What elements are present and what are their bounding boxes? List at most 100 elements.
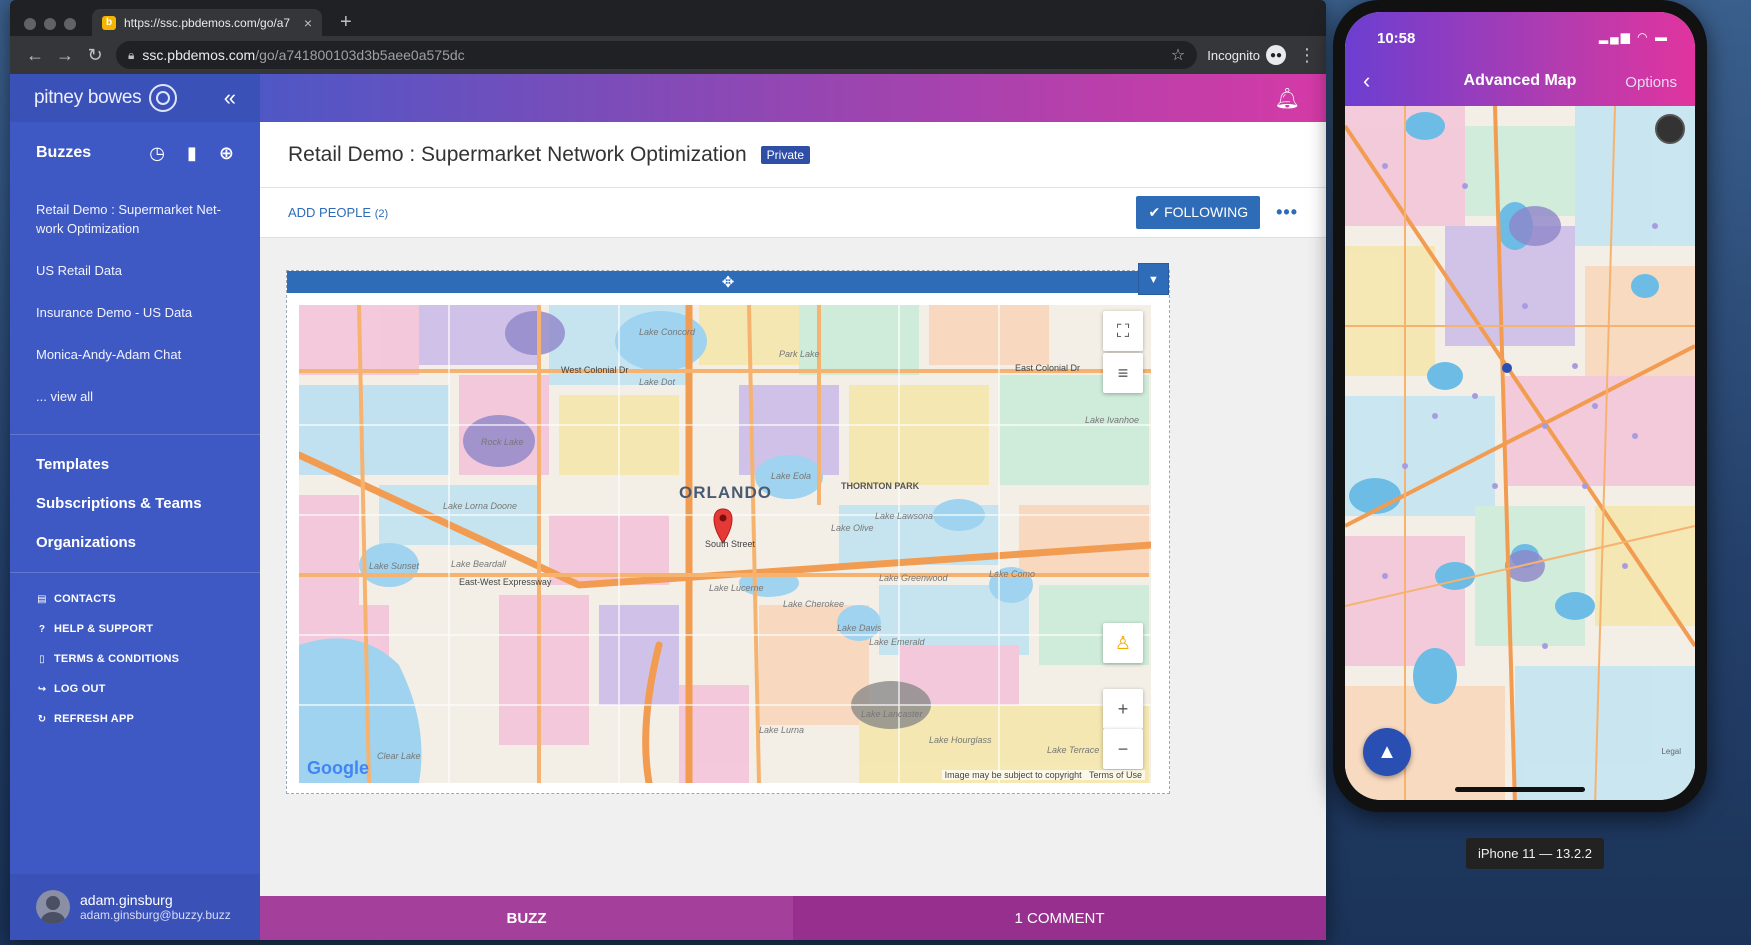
map-canvas[interactable]: ORLANDO Lake Concord Park Lake Lake Dot … — [299, 305, 1151, 783]
home-indicator — [1455, 787, 1585, 792]
minimize-window-button[interactable] — [44, 18, 56, 30]
browser-tab-active[interactable]: b https://ssc.pbdemos.com/go/a7 × — [92, 9, 322, 36]
page-title: Retail Demo : Supermarket Network Optimi… — [288, 142, 747, 166]
more-options-icon[interactable]: ••• — [1276, 202, 1298, 223]
status-time: 10:58 — [1377, 30, 1416, 47]
bottom-bar: BUZZ 1 COMMENT — [260, 896, 1326, 940]
logout-icon: ↪ — [37, 683, 47, 695]
navigation-arrow-icon: ▲ — [1377, 740, 1397, 763]
incognito-icon: ●● — [1266, 45, 1286, 65]
terms-of-use-link[interactable]: Terms of Use — [1089, 770, 1142, 780]
legal-link[interactable]: Legal — [1661, 747, 1681, 756]
map-label: Park Lake — [779, 349, 820, 359]
street-label: West Colonial Dr — [561, 365, 629, 375]
zoom-in-icon[interactable]: + — [1103, 689, 1143, 729]
widget-header: ✥ ▼ — [287, 263, 1169, 295]
back-arrow-icon[interactable]: ← — [20, 45, 50, 66]
buzz-item[interactable]: Monica-Andy-Adam Chat — [10, 339, 260, 370]
address-bar[interactable]: 🔒︎ ssc.pbdemos.com/go/a741800103d3b5aee0… — [116, 41, 1198, 69]
pegman-icon[interactable]: ♙ — [1103, 623, 1143, 663]
close-tab-icon[interactable]: × — [304, 15, 312, 31]
sidebar-item-logout[interactable]: ↪ LOG OUT — [10, 675, 260, 703]
browser-menu-icon[interactable]: ⋮ — [1298, 45, 1316, 66]
layers-menu-icon[interactable]: ≡ — [1103, 353, 1143, 393]
window-controls — [24, 18, 76, 30]
check-icon: ✔ — [1148, 204, 1161, 220]
zoom-out-icon[interactable]: − — [1103, 729, 1143, 769]
sidebar-item-help[interactable]: ? HELP & SUPPORT — [10, 615, 260, 643]
view-all-link[interactable]: ... view all — [10, 381, 260, 412]
move-icon[interactable]: ✥ — [722, 273, 735, 291]
brand-logo-text: pitney bowes — [34, 87, 142, 108]
street-label: South Street — [705, 539, 756, 549]
sidebar-item-organizations[interactable]: Organizations — [10, 525, 260, 560]
sidebar-item-templates[interactable]: Templates — [10, 447, 260, 482]
app-container: pitney bowes « Buzzes ◷ ▮ ⊕ Retail Demo … — [10, 74, 1326, 940]
add-people-link[interactable]: ADD PEOPLE (2) — [288, 205, 388, 220]
compass-icon[interactable] — [1655, 114, 1685, 144]
reload-icon[interactable]: ↻ — [80, 45, 110, 66]
collapse-sidebar-icon[interactable]: « — [224, 85, 236, 111]
close-window-button[interactable] — [24, 18, 36, 30]
copyright-text: Image may be subject to copyright — [944, 770, 1082, 780]
buzz-item[interactable]: Retail Demo : Supermarket Net-work Optim… — [10, 194, 260, 244]
options-button[interactable]: Options — [1625, 74, 1677, 91]
sidebar: pitney bowes « Buzzes ◷ ▮ ⊕ Retail Demo … — [10, 74, 260, 940]
dropdown-caret-icon[interactable]: ▼ — [1138, 263, 1169, 295]
map-widget-card: ✥ ▼ ORLANDO Lake Concord Park Lake Lake … — [286, 263, 1170, 794]
fullscreen-icon[interactable]: ⛶ — [1103, 311, 1143, 351]
map-label: Lake Lancaster — [861, 709, 923, 719]
url-path: /go/a741800103d3b5aee0a575dc — [255, 47, 465, 63]
map-label: Lake Greenwood — [879, 573, 948, 583]
sidebar-item-contacts[interactable]: ▤ CONTACTS — [10, 585, 260, 613]
bookmark-star-icon[interactable]: ☆ — [1171, 45, 1185, 65]
map-label: Rock Lake — [481, 437, 524, 447]
map-label: Lake Beardall — [451, 559, 507, 569]
map-label: Lake Lawsona — [875, 511, 934, 521]
map-label: Lake Sunset — [369, 561, 420, 571]
locate-me-button[interactable]: ▲ — [1363, 728, 1411, 776]
buzz-list: Retail Demo : Supermarket Net-work Optim… — [10, 184, 260, 422]
buzz-item[interactable]: US Retail Data — [10, 255, 260, 286]
tab-strip: b https://ssc.pbdemos.com/go/a7 × + — [10, 0, 1326, 36]
google-logo: Google — [307, 758, 369, 778]
buzz-tab[interactable]: BUZZ — [260, 896, 793, 940]
bell-icon[interactable]: 🔔︎ — [1275, 86, 1300, 111]
forward-arrow-icon[interactable]: → — [50, 45, 80, 66]
top-bar: 🔔︎ — [260, 74, 1326, 122]
history-icon[interactable]: ◷ — [149, 143, 165, 164]
people-count: (2) — [374, 208, 389, 220]
sidebar-item-terms[interactable]: ▯ TERMS & CONDITIONS — [10, 645, 260, 673]
map-label: THORNTON PARK — [841, 481, 920, 491]
new-tab-icon[interactable]: + — [340, 12, 352, 32]
buzzes-title: Buzzes — [36, 144, 92, 161]
refresh-icon: ↻ — [37, 713, 47, 725]
action-bar: ADD PEOPLE (2) ✔ FOLLOWING ••• — [260, 188, 1326, 238]
title-bar: Retail Demo : Supermarket Network Optimi… — [260, 122, 1326, 188]
brand-logo-icon — [149, 84, 178, 112]
sidebar-item-refresh[interactable]: ↻ REFRESH APP — [10, 705, 260, 733]
user-profile[interactable]: adam.ginsburg adam.ginsburg@buzzy.buzz — [10, 874, 260, 940]
sidebar-item-subscriptions-teams[interactable]: Subscriptions & Teams — [10, 486, 260, 521]
map-label: Lake Dot — [639, 377, 676, 387]
bookmark-icon[interactable]: ▮ — [187, 143, 197, 164]
sidebar-item-label: LOG OUT — [54, 683, 106, 695]
add-buzz-icon[interactable]: ⊕ — [219, 143, 234, 164]
zoom-window-button[interactable] — [64, 18, 76, 30]
map-label: Lake Emerald — [869, 637, 925, 647]
iphone-simulator: 10:58 ▂▄▆ ◠ ▬ ‹ Advanced Map Options Leg… — [1333, 0, 1707, 812]
map-label: Lake Concord — [639, 327, 696, 337]
sidebar-item-label: HELP & SUPPORT — [54, 623, 154, 635]
street-label: East-West Expressway — [459, 577, 552, 587]
comment-tab[interactable]: 1 COMMENT — [793, 896, 1326, 940]
buzz-item[interactable]: Insurance Demo - US Data — [10, 297, 260, 328]
incognito-indicator[interactable]: Incognito ●● — [1207, 45, 1286, 65]
phone-header: 10:58 ▂▄▆ ◠ ▬ ‹ Advanced Map Options — [1345, 12, 1695, 106]
incognito-label: Incognito — [1207, 47, 1260, 63]
map-label: Lake Ivanhoe — [1085, 415, 1140, 425]
phone-map[interactable]: Legal ▲ — [1345, 106, 1695, 800]
map-label: Lake Lorna Doone — [443, 501, 518, 511]
following-button[interactable]: ✔ FOLLOWING — [1136, 196, 1261, 229]
phone-screen: 10:58 ▂▄▆ ◠ ▬ ‹ Advanced Map Options Leg… — [1345, 12, 1695, 800]
map-label: Clear Lake — [377, 751, 421, 761]
